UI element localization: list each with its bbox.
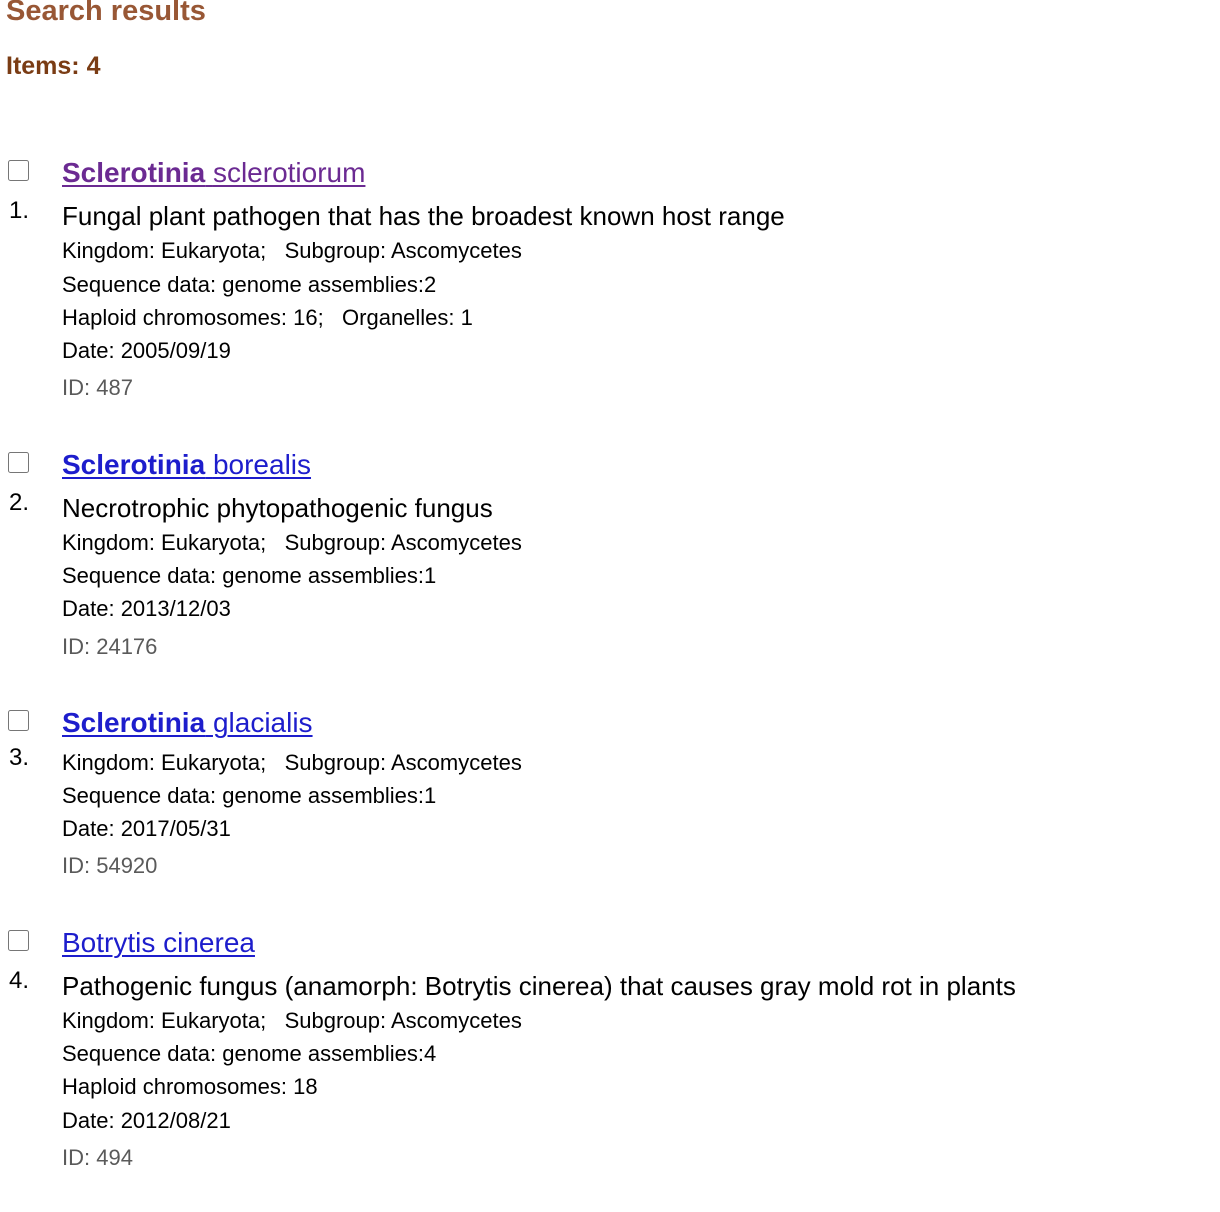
result-species: glacialis	[212, 707, 313, 738]
result-organelles: Organelles: 1	[342, 305, 473, 330]
result-id: ID: 494	[62, 1145, 133, 1170]
result-chromosomes: Haploid chromosomes: 18	[62, 1074, 318, 1099]
result-title-link[interactable]: Botrytis cinerea	[62, 927, 255, 959]
result-sequence-data: Sequence data: genome assemblies:4	[62, 1041, 437, 1066]
result-checkbox[interactable]	[8, 160, 29, 181]
result-kingdom: Kingdom: Eukaryota;	[62, 1008, 267, 1033]
result-id: ID: 24176	[62, 634, 158, 659]
result-number: 1.	[9, 197, 30, 224]
result-subgroup: Subgroup: Ascomycetes	[284, 750, 522, 775]
result-kingdom: Kingdom: Eukaryota;	[62, 238, 267, 263]
result-genome-info: Haploid chromosomes: 16; Organelles: 1	[62, 305, 473, 331]
result-title-link[interactable]: Sclerotinia glacialis	[62, 707, 313, 739]
result-date: Date: 2005/09/19	[62, 338, 231, 363]
result-kingdom: Kingdom: Eukaryota;	[62, 530, 267, 555]
result-taxonomy: Kingdom: Eukaryota; Subgroup: Ascomycete…	[62, 750, 522, 776]
result-checkbox[interactable]	[8, 710, 29, 731]
result-number: 3.	[9, 744, 30, 771]
items-count: Items: 4	[6, 52, 101, 80]
result-chromosomes: Haploid chromosomes: 16;	[62, 305, 324, 330]
result-id: ID: 54920	[62, 853, 158, 878]
result-date: Date: 2013/12/03	[62, 596, 231, 621]
result-checkbox[interactable]	[8, 930, 29, 951]
result-id: ID: 487	[62, 375, 133, 400]
result-sequence-data: Sequence data: genome assemblies:1	[62, 783, 437, 808]
result-genus: Sclerotinia	[62, 707, 206, 738]
result-taxonomy: Kingdom: Eukaryota; Subgroup: Ascomycete…	[62, 238, 522, 264]
result-species: borealis	[212, 449, 312, 480]
result-date: Date: 2012/08/21	[62, 1108, 231, 1133]
result-sequence-data: Sequence data: genome assemblies:2	[62, 272, 437, 297]
result-taxonomy: Kingdom: Eukaryota; Subgroup: Ascomycete…	[62, 530, 522, 556]
result-description: Fungal plant pathogen that has the broad…	[62, 201, 785, 231]
result-date: Date: 2017/05/31	[62, 816, 231, 841]
result-subgroup: Subgroup: Ascomycetes	[284, 530, 522, 555]
result-taxonomy: Kingdom: Eukaryota; Subgroup: Ascomycete…	[62, 1008, 522, 1034]
result-number: 4.	[9, 967, 30, 994]
result-kingdom: Kingdom: Eukaryota;	[62, 750, 267, 775]
result-checkbox[interactable]	[8, 452, 29, 473]
result-number: 2.	[9, 489, 30, 516]
result-title-link[interactable]: Sclerotinia sclerotiorum	[62, 157, 365, 189]
result-species: sclerotiorum	[212, 157, 366, 188]
result-genus: Sclerotinia	[62, 157, 206, 188]
result-subgroup: Subgroup: Ascomycetes	[284, 1008, 522, 1033]
result-genus: Sclerotinia	[62, 449, 206, 480]
result-subgroup: Subgroup: Ascomycetes	[284, 238, 522, 263]
result-title-link[interactable]: Sclerotinia borealis	[62, 449, 311, 481]
result-description: Pathogenic fungus (anamorph: Botrytis ci…	[62, 971, 1016, 1001]
page-title: Search results	[6, 0, 206, 27]
result-sequence-data: Sequence data: genome assemblies:1	[62, 563, 437, 588]
result-description: Necrotrophic phytopathogenic fungus	[62, 493, 493, 523]
